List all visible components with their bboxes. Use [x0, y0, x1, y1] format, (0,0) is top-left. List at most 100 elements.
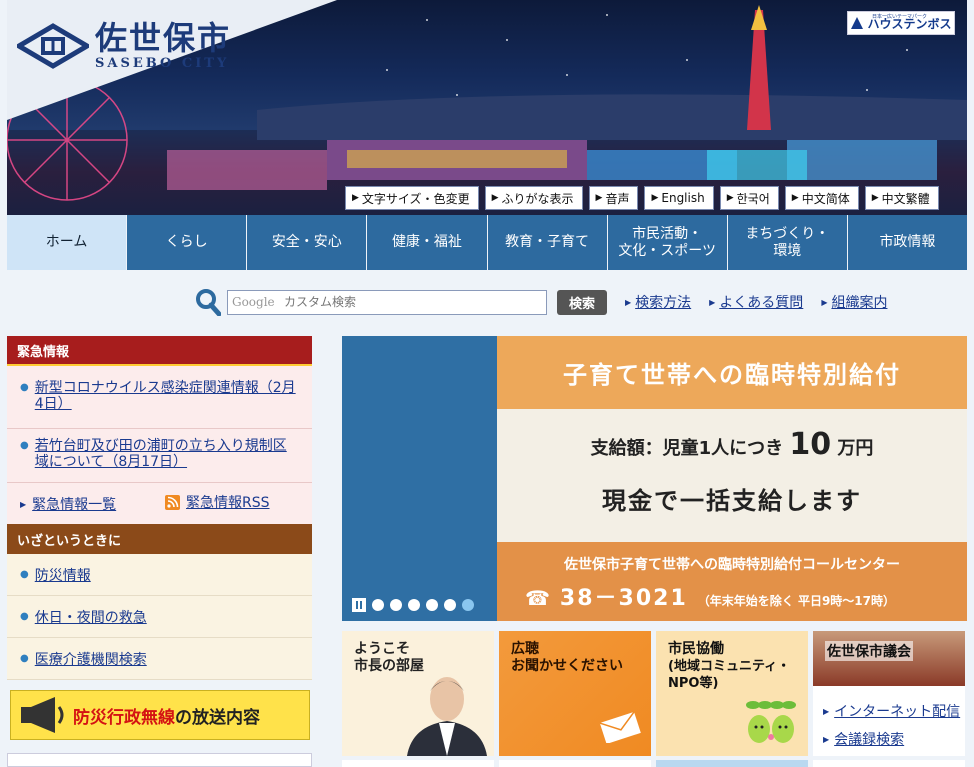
furigana-button[interactable]: ▶ ふりがな表示: [484, 186, 583, 210]
envelope-icon: [599, 711, 641, 743]
link-label: 会議録検索: [834, 732, 905, 748]
font-size-color-button[interactable]: ▶ 文字サイズ・色変更: [345, 186, 479, 210]
link-label: インターネット配信: [834, 704, 961, 720]
phone-hours: （年末年始を除く 平日9時～17時）: [697, 594, 896, 608]
tile-row-2: [342, 760, 494, 767]
internet-broadcast-link[interactable]: ▶ インターネット配信: [823, 701, 960, 721]
civic-collaboration-tile[interactable]: 市民協働 (地域コミュニティ・ NPO等): [656, 631, 808, 756]
voice-button[interactable]: ▶ 音声: [588, 186, 639, 210]
nav-civic-culture-sports[interactable]: 市民活動・ 文化・スポーツ: [607, 215, 728, 270]
city-name-jp: 佐世保市: [95, 19, 232, 57]
huis-ten-bosch-banner[interactable]: 日本一広いテーマパーク ハウステンボス: [847, 11, 955, 35]
emergency-item[interactable]: ● 新型コロナウイルス感染症関連情報（2月4日）: [20, 380, 300, 412]
global-nav: ホーム くらし 安全・安心 健康・福祉 教育・子育て 市民活動・ 文化・スポーツ…: [7, 215, 967, 270]
util-label: 音声: [605, 191, 630, 206]
link-label: よくある質問: [719, 295, 804, 311]
mayor-photo: [407, 677, 487, 756]
search-help-link[interactable]: ▶ 検索方法: [625, 292, 691, 312]
util-label: 한국어: [736, 191, 770, 206]
chinese-simplified-button[interactable]: ▶ 中文简体: [784, 186, 859, 210]
mayor-room-tile[interactable]: ようこそ 市長の部屋: [342, 631, 494, 756]
tile-line: 市民協働: [668, 641, 724, 657]
nav-safety[interactable]: 安全・安心: [247, 215, 368, 270]
nav-education-childcare[interactable]: 教育・子育て: [487, 215, 608, 270]
link-label: 休日・夜間の救急: [34, 609, 147, 626]
search-button[interactable]: 検索: [557, 289, 607, 315]
nav-home[interactable]: ホーム: [7, 215, 128, 270]
emergency-heading: 緊急情報: [7, 336, 312, 366]
english-button[interactable]: ▶ English: [644, 186, 714, 210]
emergency-link: 新型コロナウイルス感染症関連情報（2月4日）: [34, 380, 296, 412]
banner-highlight: 防災行政無線: [73, 707, 175, 728]
nav-health-welfare[interactable]: 健康・福祉: [367, 215, 488, 270]
tile-row-2: [656, 760, 808, 767]
tile-line: 広聴: [511, 641, 539, 657]
huis-ten-bosch-logo-icon: [851, 17, 864, 29]
phone-number: 38－3021: [559, 586, 688, 611]
bullet-icon: ●: [20, 382, 29, 393]
carousel-dot[interactable]: [408, 599, 420, 611]
emergency-rss-link[interactable]: 緊急情報RSS: [165, 495, 270, 511]
nav-label: まちづくり・ 環境: [745, 225, 830, 259]
call-center-name: 佐世保市子育て世帯への臨時特別給付コールセンター: [564, 557, 900, 573]
search-bar: Google 検索 ▶検索方法 ▶よくある質問 ▶組織案内: [195, 288, 887, 316]
korean-button[interactable]: ▶ 한국어: [719, 186, 779, 210]
triangle-right-icon: ▶: [791, 193, 799, 203]
triangle-right-icon: ▶: [625, 297, 632, 307]
emergency-item[interactable]: ● 若竹台町及び田の浦町の立ち入り規制区域について（8月17日）: [20, 438, 300, 470]
carousel-dot[interactable]: [372, 599, 384, 611]
carousel-dot[interactable]: [444, 599, 456, 611]
nav-label: 市民活動・ 文化・スポーツ: [618, 225, 717, 259]
carousel-dot[interactable]: [390, 599, 402, 611]
organization-link[interactable]: ▶ 組織案内: [821, 292, 887, 312]
triangle-right-icon: ▶: [651, 193, 659, 203]
tile-title: 広聴 お聞かせください: [511, 641, 623, 675]
faq-link[interactable]: ▶ よくある質問: [709, 292, 803, 312]
chinese-traditional-button[interactable]: ▶ 中文繁體: [864, 186, 939, 210]
link-label: 緊急情報一覧: [32, 497, 117, 513]
medical-facility-search-link[interactable]: ● 医療介護機関検索: [7, 638, 312, 680]
nav-label: 健康・福祉: [391, 234, 462, 250]
city-name-en: SASEBO CITY: [95, 56, 230, 71]
tile-line: ようこそ: [354, 641, 410, 657]
link-label: 組織案内: [831, 295, 888, 311]
util-label: 中文繁體: [881, 191, 930, 206]
emergency-list-link[interactable]: ▶ 緊急情報一覧: [20, 497, 116, 513]
bullet-icon: ●: [20, 440, 29, 451]
nav-town-environment[interactable]: まちづくり・ 環境: [727, 215, 848, 270]
city-logo[interactable]: 佐世保市 SASEBO CITY: [17, 20, 231, 71]
bullet-icon: ●: [20, 610, 29, 622]
minutes-search-link[interactable]: ▶ 会議録検索: [823, 729, 904, 749]
emergency-link: 若竹台町及び田の浦町の立ち入り規制区域について（8月17日）: [34, 438, 287, 470]
nav-city-government[interactable]: 市政情報: [847, 215, 967, 270]
tile-line: お聞かせください: [511, 658, 623, 674]
holiday-night-emergency-link[interactable]: ● 休日・夜間の救急: [7, 596, 312, 638]
sponsor-subtitle: 日本一広いテーマパーク: [872, 14, 928, 20]
carousel-dot[interactable]: [462, 599, 474, 611]
carousel-controls: [352, 598, 474, 612]
emergency-preparedness-heading: いざというときに: [7, 524, 312, 554]
disaster-info-link[interactable]: ● 防災情報: [7, 554, 312, 596]
nav-living[interactable]: くらし: [127, 215, 248, 270]
main-carousel[interactable]: 子育て世帯への臨時特別給付 支給額：児童1人につき 10 万円 現金で一括支給し…: [342, 336, 967, 621]
tile-row-2: [499, 760, 651, 767]
nav-label: 安全・安心: [271, 234, 342, 250]
util-label: English: [661, 191, 705, 205]
header-banner: 佐世保市 SASEBO CITY 日本一広いテーマパーク ハウステンボス ▶ 文字…: [7, 0, 967, 215]
pause-icon[interactable]: [352, 598, 366, 612]
banner-text: の放送内容: [175, 707, 260, 728]
bullet-icon: ●: [20, 568, 29, 580]
triangle-right-icon: ▶: [823, 734, 830, 744]
tile-line: NPO等): [668, 676, 719, 691]
util-label: 中文简体: [801, 191, 850, 206]
disaster-radio-banner[interactable]: 防災行政無線 の放送内容: [10, 690, 310, 740]
triangle-right-icon: ▶: [595, 193, 603, 203]
search-input[interactable]: [227, 289, 547, 315]
google-watermark: Google: [232, 294, 275, 309]
triangle-right-icon: ▶: [871, 193, 879, 203]
phone-icon: ☎: [525, 586, 550, 610]
carousel-dot[interactable]: [426, 599, 438, 611]
public-hearing-tile[interactable]: 広聴 お聞かせください: [499, 631, 651, 756]
link-label: 防災情報: [34, 567, 91, 584]
council-title[interactable]: 佐世保市議会: [825, 641, 913, 661]
